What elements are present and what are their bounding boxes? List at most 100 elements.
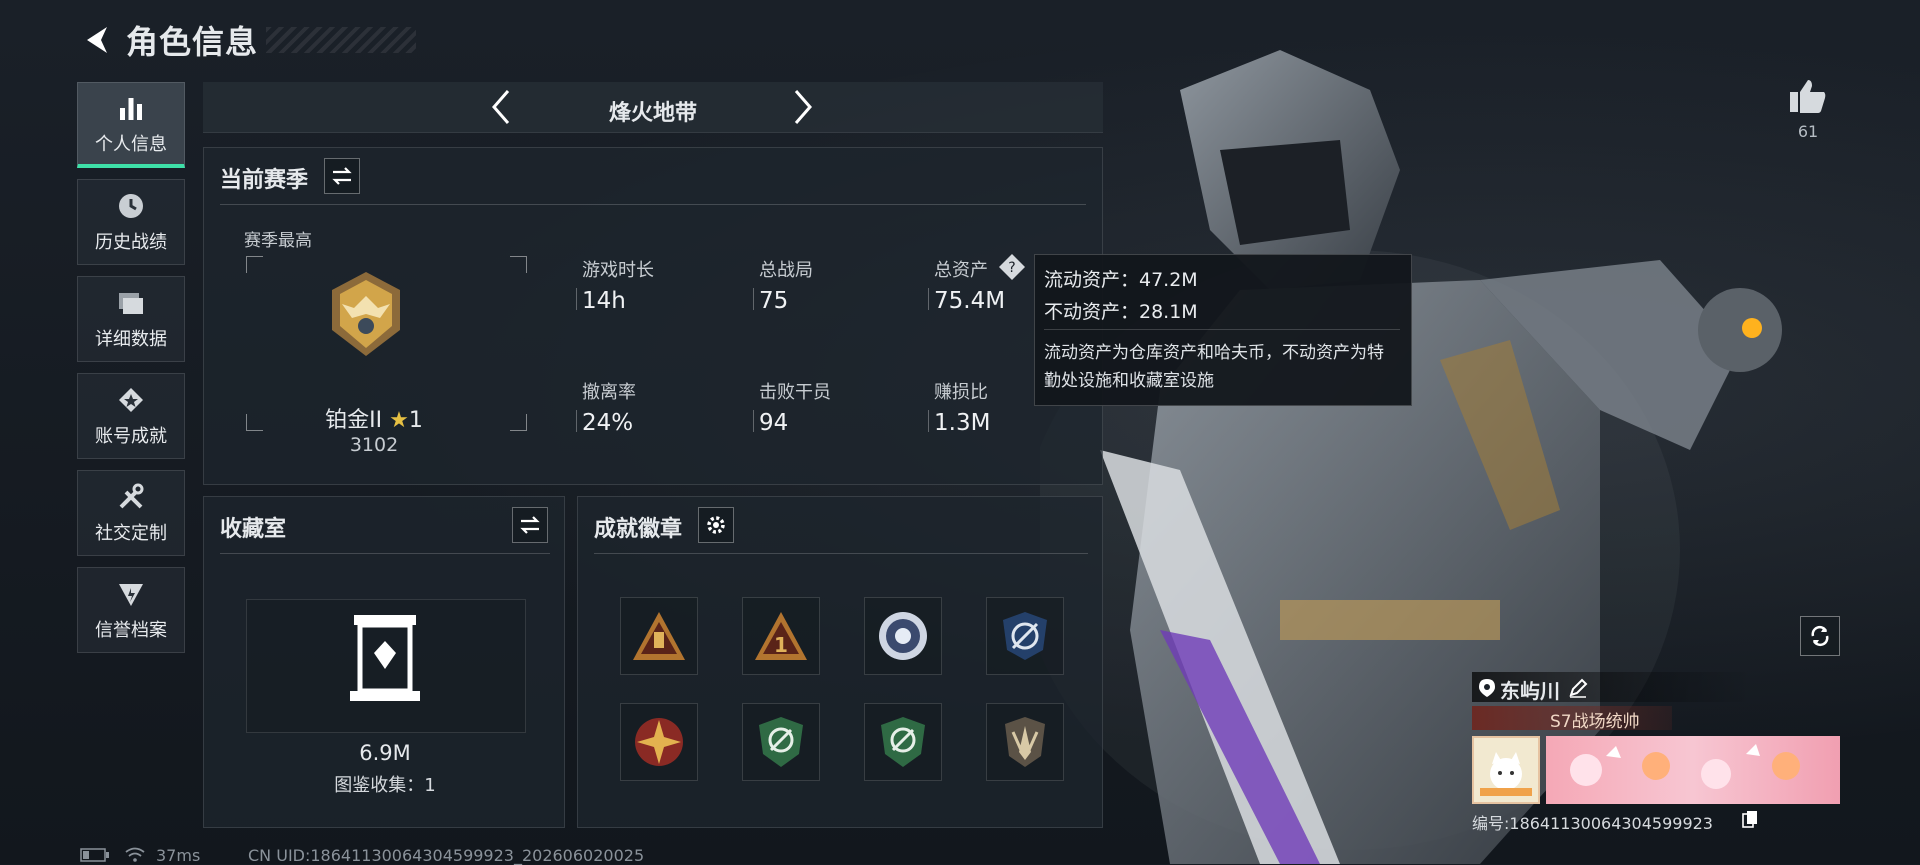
help-icon[interactable]: ?	[998, 253, 1026, 281]
nav-item-detailed-data[interactable]: 详细数据	[77, 276, 185, 362]
folders-icon	[115, 287, 147, 319]
clock-icon	[115, 190, 147, 222]
avatar[interactable]	[1472, 736, 1540, 804]
nav-item-history[interactable]: 历史战绩	[77, 179, 185, 265]
achievement-panel: 成就徽章 1	[577, 496, 1103, 828]
stat-tick	[576, 410, 577, 432]
fixed-assets: 不动资产：28.1M	[1044, 301, 1198, 323]
rank-name: 铂金II	[325, 408, 383, 433]
svg-text:?: ?	[1008, 260, 1015, 276]
star-compass-badge-icon	[635, 718, 683, 766]
stat-tick	[576, 288, 577, 310]
frame-corner	[510, 256, 527, 273]
location-pin-icon	[1479, 679, 1495, 697]
green-shield-badge-icon	[881, 717, 925, 767]
nav-item-personal-info[interactable]: 个人信息	[77, 82, 185, 168]
winged-shield-badge-icon	[1005, 717, 1045, 767]
like-button[interactable]: 61	[1784, 78, 1832, 141]
achievement-badge[interactable]	[986, 597, 1064, 675]
cat-avatar-icon	[1480, 752, 1532, 796]
player-banner[interactable]	[1546, 736, 1840, 804]
liquid-assets: 流动资产：47.2M	[1044, 269, 1198, 291]
collection-value: 6.9M	[359, 741, 411, 765]
stat-tick	[753, 288, 754, 310]
crosshair-wings-badge-icon	[1003, 612, 1047, 660]
achievement-badge[interactable]	[986, 703, 1064, 781]
mode-label: 烽火地带	[608, 101, 697, 126]
collection-title: 收藏室	[220, 517, 287, 542]
nav-item-achievements[interactable]: 账号成就	[77, 373, 185, 459]
season-panel: 当前赛季 赛季最高 铂金II ★1 3102 游戏时长 14h 总战局 75 总…	[203, 147, 1103, 485]
rank-stars: 1	[408, 408, 423, 433]
rotate-model-button[interactable]	[1800, 616, 1840, 656]
frame-corner	[510, 414, 527, 431]
achievement-badge[interactable]	[742, 703, 820, 781]
back-arrow-icon	[87, 27, 107, 53]
edit-icon[interactable]	[1568, 678, 1588, 698]
season-best-label: 赛季最高	[244, 231, 312, 251]
ping: 37ms	[156, 846, 201, 865]
nav-item-credit-file[interactable]: 信誉档案	[77, 567, 185, 653]
season-title: 当前赛季	[220, 168, 309, 193]
triangle-badge-icon	[633, 612, 685, 660]
achievement-badge[interactable]	[620, 703, 698, 781]
page-title: 角色信息	[126, 23, 259, 61]
assets-note: 流动资产为仓库资产和哈夫币，不动资产为特勤处设施和收藏室设施	[1044, 343, 1384, 391]
nav-label: 个人信息	[95, 133, 167, 155]
thumbs-up-icon	[1790, 80, 1826, 113]
assets-tooltip: 流动资产：47.2M 不动资产：28.1M 流动资产为仓库资产和哈夫币，不动资产…	[1034, 254, 1412, 406]
chevron-left-icon	[492, 90, 510, 124]
bar-chart-icon	[115, 92, 147, 124]
title-tag-text: S7战场统帅	[1550, 712, 1640, 732]
player-name: 东屿川	[1500, 679, 1560, 703]
stat-tick	[928, 288, 929, 310]
collection-panel: 收藏室 6.9M 图鉴收集：1	[203, 496, 565, 828]
achievement-badge[interactable]	[864, 597, 942, 675]
star-icon: ★	[389, 408, 409, 433]
achievement-badge[interactable]	[620, 597, 698, 675]
copy-icon[interactable]	[1742, 810, 1758, 828]
collection-switch-button[interactable]	[512, 507, 548, 543]
divider	[1044, 329, 1400, 330]
achievement-badge[interactable]: 1	[742, 597, 820, 675]
stat-value-operators-killed: 94	[759, 410, 789, 436]
catalog-count: 图鉴收集：1	[334, 775, 436, 796]
swap-icon	[520, 516, 540, 534]
frame-corner	[246, 256, 263, 273]
like-count: 61	[1797, 122, 1819, 141]
divider	[220, 204, 1086, 205]
mode-selector: 烽火地带	[203, 82, 1103, 133]
medal-icon	[115, 384, 147, 416]
flower-emblem-badge-icon	[879, 612, 927, 660]
stat-label-profit-ratio: 赚损比	[934, 382, 988, 403]
display-case-icon	[350, 615, 420, 701]
achievement-settings-button[interactable]	[698, 507, 734, 543]
rank-emblem-icon	[332, 272, 400, 356]
nav-label: 历史战绩	[95, 232, 167, 253]
frame-corner	[246, 414, 263, 431]
next-mode-button[interactable]	[783, 86, 823, 128]
title-decoration	[266, 27, 417, 53]
rank-score: 3102	[349, 434, 399, 456]
svg-text:1: 1	[774, 633, 788, 657]
nav-item-social-custom[interactable]: 社交定制	[77, 470, 185, 556]
rotate-icon	[1811, 625, 1829, 647]
battery-icon	[80, 848, 109, 862]
stat-label-total-matches: 总战局	[759, 260, 813, 281]
season-switch-button[interactable]	[324, 158, 360, 194]
rank-line: 铂金II ★1	[264, 402, 484, 434]
shield-icon	[115, 578, 147, 610]
back-button[interactable]	[78, 22, 114, 58]
stat-label-operators-killed: 击败干员	[759, 382, 831, 403]
player-id: 编号:18641130064304599923	[1472, 814, 1713, 833]
stat-value-play-time: 14h	[582, 288, 626, 314]
cat-pattern-banner	[1570, 744, 1800, 789]
uid-text: CN UID:18641130064304599923_202606020025	[248, 846, 645, 865]
stat-label-play-time: 游戏时长	[582, 260, 654, 281]
green-shield-badge-icon	[759, 717, 803, 767]
achievement-badge[interactable]	[864, 703, 942, 781]
prev-mode-button[interactable]	[481, 86, 521, 128]
divider	[220, 553, 550, 554]
wifi-icon	[125, 847, 145, 862]
header: 角色信息	[78, 16, 417, 64]
